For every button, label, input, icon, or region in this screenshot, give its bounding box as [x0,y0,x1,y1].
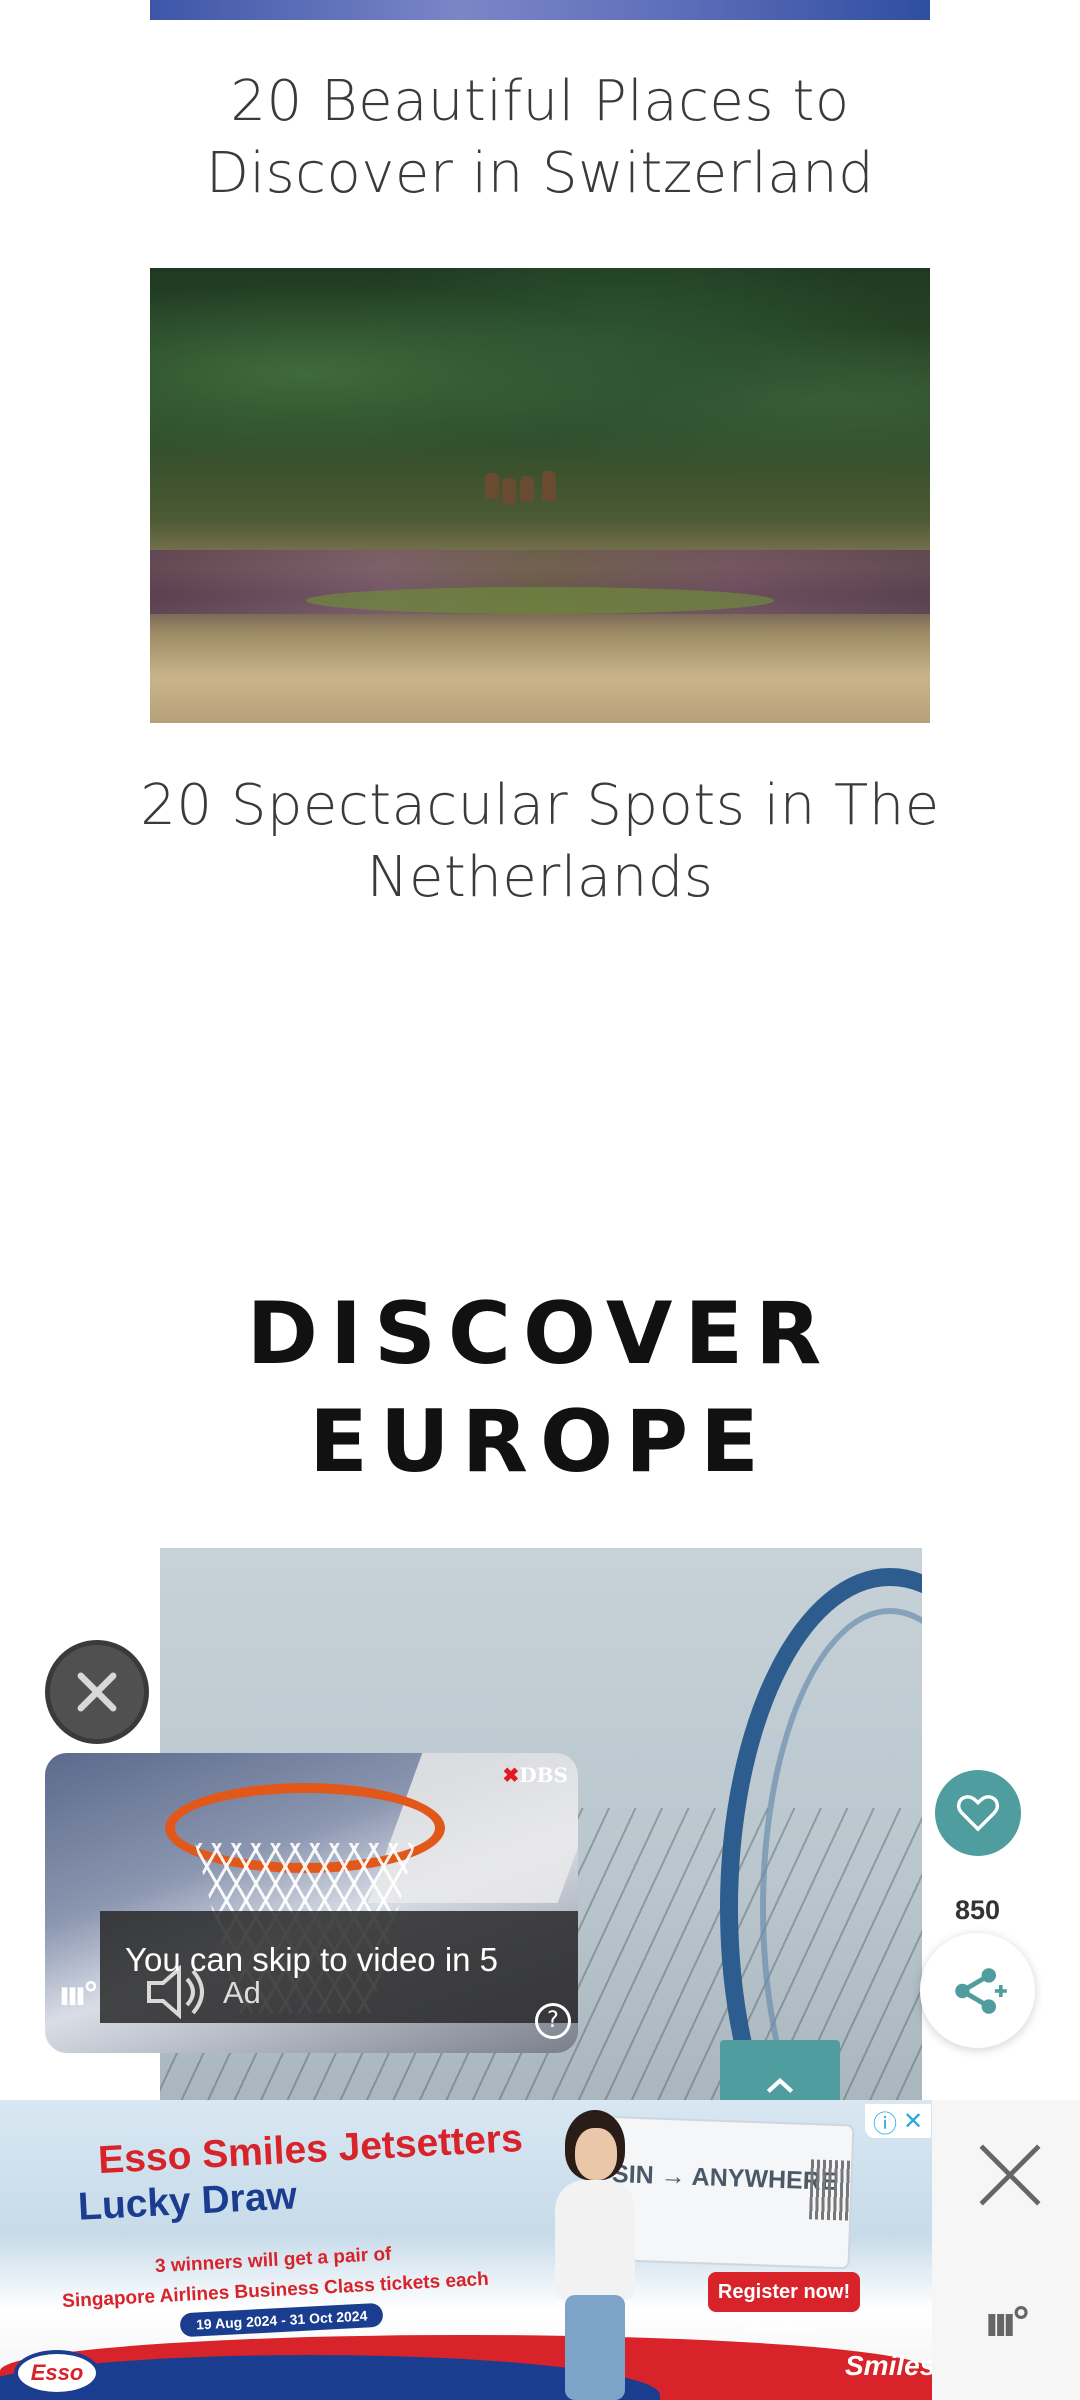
ad-label: Ad [223,1975,261,2010]
banner-close-button[interactable] [970,2135,1050,2215]
close-icon [979,2144,1041,2206]
photo-grass [306,586,774,614]
photo-deer [485,473,499,499]
banner-ad: Esso Smiles Jetsetters Lucky Draw 3 winn… [0,2100,1080,2400]
video-ad-brand-text: DBS [519,1763,568,1787]
article-image-switzerland[interactable] [150,0,930,20]
adchoices-button[interactable]: ⓘ ✕ [865,2104,931,2138]
photo-deer [542,471,556,501]
esso-logo: Esso [14,2350,100,2396]
adchoices-close-icon: ✕ [902,2107,924,2135]
photo-deer [502,478,516,504]
banner-terms: T&Cs apply. [742,2318,818,2334]
heart-icon [956,1795,1000,1832]
banner-model-body [555,2180,635,2300]
banner-model-face [575,2128,617,2180]
banner-title: Esso Smiles Jetsetters [97,2116,524,2183]
photo-trees [150,268,930,532]
share-button[interactable] [920,1933,1035,2048]
dbs-mark-icon: ✖ [502,1763,520,1787]
scroll-to-top-button[interactable] [720,2040,840,2100]
banner-model-legs [565,2295,625,2400]
publisher-logo-icon: ııı° [985,2300,1031,2346]
banner-model [540,2110,650,2400]
publisher-logo-icon: ııı° [59,1975,99,2013]
banner-ticket-qr [808,2159,852,2221]
help-icon[interactable]: ? [535,2003,571,2039]
banner-subtitle: Lucky Draw [76,2174,298,2229]
video-ad-close-button[interactable] [45,1640,149,1744]
banner-line-1: 3 winners will get a pair of [154,2243,392,2278]
article-title-netherlands[interactable]: 20 Spectacular Spots in The Netherlands [120,770,960,914]
video-ad-brand: ✖DBS [503,1763,568,1787]
chevron-up-icon [766,2077,794,2093]
video-ad-player[interactable]: ✖DBS You can skip to video in 5 Ad ııı° … [45,1753,578,2053]
banner-line-2: Singapore Airlines Business Class ticket… [61,2268,490,2313]
favorite-button[interactable] [935,1770,1021,1856]
share-icon [954,1967,1007,2014]
article-title-switzerland[interactable]: 20 Beautiful Places to Discover in Switz… [120,66,960,210]
share-count: 850 [954,1895,1001,1925]
register-now-button[interactable]: Register now! [708,2272,860,2312]
speaker-icon[interactable] [143,1961,213,2023]
close-icon [77,1672,117,1712]
banner-ad-creative[interactable]: Esso Smiles Jetsetters Lucky Draw 3 winn… [0,2100,932,2400]
article-image-netherlands[interactable] [150,268,930,723]
banner-dates: 19 Aug 2024 - 31 Oct 2024 [179,2302,384,2338]
smiles-logo: Smiles [845,2350,932,2381]
photo-deer [520,476,534,502]
section-heading: DISCOVER EUROPE [246,1284,834,1492]
adchoices-icon: ⓘ [872,2109,897,2138]
